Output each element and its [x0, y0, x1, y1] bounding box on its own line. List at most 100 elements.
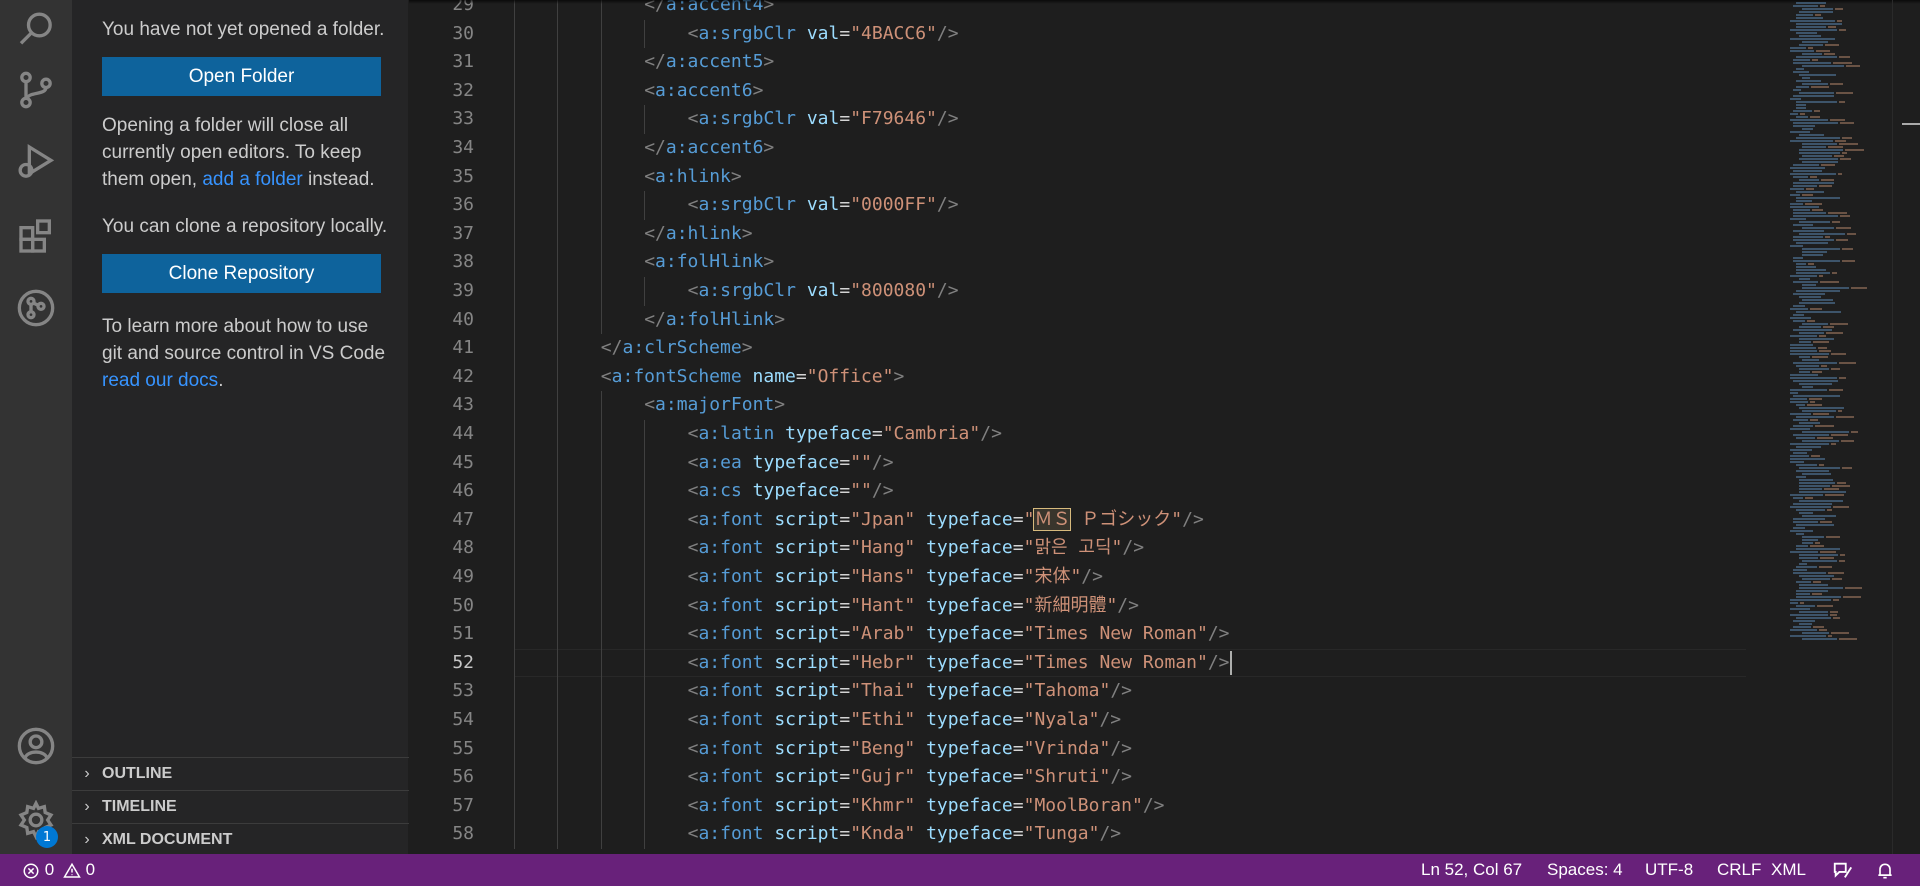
minimap-line: [1824, 488, 1839, 490]
problems-indicator[interactable]: 0 0: [22, 854, 95, 886]
minimap-line: [1845, 149, 1864, 151]
scrollbar-cursor-marker: [1902, 123, 1920, 125]
source-control-welcome: You have not yet opened a folder. Open F…: [102, 16, 392, 394]
minimap-line: [1839, 377, 1846, 379]
minimap-line: [1807, 404, 1822, 406]
minimap-line: [1793, 224, 1813, 226]
cursor-position[interactable]: Ln 52, Col 67: [1421, 854, 1522, 886]
feedback-icon[interactable]: [1832, 854, 1854, 886]
extensions-icon[interactable]: [0, 206, 72, 266]
git-graph-icon[interactable]: [0, 278, 72, 338]
minimap-line: [1807, 320, 1815, 322]
minimap-line: [1790, 629, 1817, 631]
chevron-right-icon: ›: [84, 765, 90, 782]
code-line: <a:fontScheme name="Office">: [600, 365, 905, 387]
minimap-line: [1802, 638, 1837, 640]
minimap-line: [1796, 269, 1826, 271]
line-number: 43: [452, 394, 474, 416]
line-number: 54: [452, 709, 474, 730]
minimap-line: [1793, 293, 1825, 295]
clone-repository-button[interactable]: Clone Repository: [102, 254, 381, 293]
minimap-line: [1790, 98, 1801, 100]
minimap-line: [1819, 335, 1826, 337]
code-text-area[interactable]: </a:accent4> <a:srgbClr val="4BACC6"/> </a…: [514, 0, 1754, 854]
minimap-line: [1821, 365, 1827, 367]
notifications-bell-icon[interactable]: [1875, 854, 1895, 886]
end-of-line-sequence[interactable]: CRLF: [1717, 854, 1761, 886]
minimap-line: [1799, 233, 1845, 235]
language-mode[interactable]: XML: [1771, 854, 1806, 886]
add-folder-link[interactable]: add a folder: [202, 169, 302, 190]
minimap-line: [1802, 194, 1813, 196]
minimap-line: [1793, 503, 1832, 505]
timeline-section-header[interactable]: › TIMELINE: [72, 790, 409, 823]
minimap-line: [1790, 599, 1831, 601]
minimap-line: [1796, 446, 1821, 448]
code-line: <a:font script="Khmr" typeface="MoolBora…: [687, 794, 1165, 816]
minimap-line: [1802, 560, 1837, 562]
minimap-line: [1846, 65, 1860, 67]
source-control-icon[interactable]: [0, 60, 72, 120]
line-number: 33: [452, 108, 474, 130]
minimap-line: [1799, 341, 1811, 343]
line-number: 53: [452, 680, 474, 702]
minimap-line: [1838, 173, 1842, 175]
minimap-line: [1790, 20, 1835, 22]
minimap-line: [1799, 491, 1846, 493]
minimap-line: [1802, 536, 1824, 538]
settings-gear-icon[interactable]: 1: [0, 790, 72, 850]
indentation-setting[interactable]: Spaces: 4: [1547, 854, 1623, 886]
file-encoding[interactable]: UTF-8: [1645, 854, 1693, 886]
minimap-line: [1842, 467, 1852, 469]
minimap-line: [1802, 161, 1838, 163]
minimap-line: [1793, 497, 1803, 499]
minimap-line: [1796, 290, 1840, 292]
minimap-line: [1839, 56, 1850, 58]
line-number: 40: [452, 308, 474, 330]
xml-document-label: XML DOCUMENT: [102, 831, 233, 848]
search-icon[interactable]: [0, 0, 72, 60]
minimap-line: [1839, 143, 1858, 145]
minimap-line: [1840, 215, 1850, 217]
xml-document-section-header[interactable]: › XML DOCUMENT: [72, 823, 409, 856]
minimap-line: [1799, 611, 1828, 613]
outline-section-header[interactable]: › OUTLINE: [72, 757, 409, 790]
open-folder-button[interactable]: Open Folder: [102, 57, 381, 96]
minimap-line: [1796, 524, 1834, 526]
minimap-line: [1802, 542, 1813, 544]
minimap-line: [1796, 56, 1837, 58]
account-icon[interactable]: [0, 716, 72, 776]
code-line: <a:font script="Knda" typeface="Tunga"/>: [687, 823, 1122, 845]
minimap-line: [1793, 185, 1817, 187]
minimap-line: [1793, 305, 1805, 307]
minimap-line: [1830, 323, 1848, 325]
activity-bar: 1: [0, 0, 72, 854]
minimap-line: [1799, 296, 1821, 298]
minimap-line: [1790, 335, 1817, 337]
run-debug-icon[interactable]: [0, 132, 72, 192]
line-number: 50: [452, 594, 474, 616]
minimap-line: [1796, 242, 1828, 244]
minimap-line: [1836, 227, 1851, 229]
minimap-line: [1790, 344, 1813, 346]
minimap-line: [1799, 563, 1807, 565]
code-editor[interactable]: 29 30 31 32 33 34 35 36 37 38 39 40 41 42 43 44 45 46 47 48…: [409, 0, 1920, 854]
minimap-line: [1790, 119, 1828, 121]
minimap-line: [1799, 356, 1810, 358]
line-number: 31: [452, 51, 474, 73]
minimap-line: [1828, 146, 1843, 148]
minimap-line: [1820, 5, 1825, 7]
vertical-scrollbar[interactable]: [1892, 0, 1920, 854]
minimap[interactable]: [1784, 0, 1892, 854]
minimap-line: [1802, 287, 1849, 289]
minimap-line: [1802, 254, 1823, 256]
minimap-line: [1799, 587, 1843, 589]
minimap-line: [1832, 221, 1840, 223]
read-docs-link[interactable]: read our docs: [102, 370, 218, 391]
minimap-line: [1799, 479, 1833, 481]
minimap-line: [1802, 632, 1829, 634]
minimap-line: [1793, 320, 1805, 322]
minimap-line: [1831, 353, 1846, 355]
minimap-line: [1825, 494, 1844, 496]
minimap-line: [1799, 584, 1828, 586]
